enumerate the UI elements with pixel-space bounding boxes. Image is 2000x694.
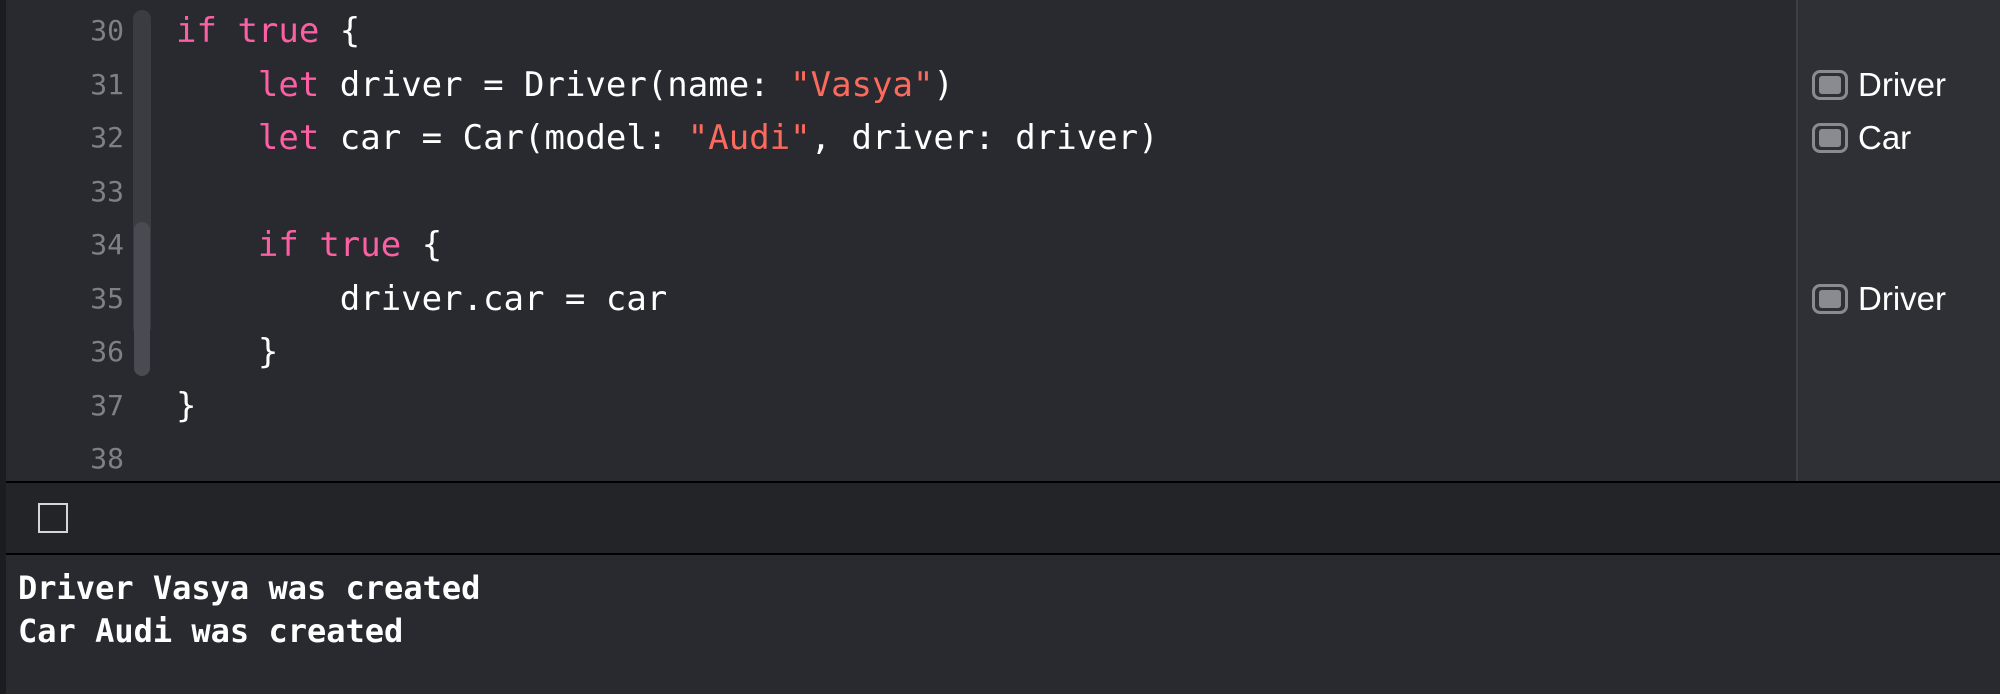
code-token: { [401,225,443,265]
string-token: "Vasya" [790,64,934,105]
result-item[interactable]: Car [1812,116,1911,160]
code-token: } [176,385,197,426]
code-token: { [319,11,361,51]
code-line[interactable]: } [176,379,196,433]
line-number: 34 [90,228,124,261]
code-line[interactable]: if true { [176,218,442,272]
result-preview-icon[interactable] [1812,69,1848,100]
code-token: driver = Driver(name: [319,64,791,105]
code-line[interactable]: } [176,325,278,379]
result-label: Driver [1858,65,1946,103]
code-token: , driver: driver) [810,118,1159,158]
console-line: Driver Vasya was created [18,569,481,607]
code-line[interactable]: let car = Car(model: "Audi", driver: dri… [176,111,1159,165]
keyword-token: true [237,11,320,51]
code-line[interactable]: if true { [176,4,360,58]
result-preview-icon[interactable] [1812,123,1848,153]
line-number: 30 [90,14,124,47]
checkbox-icon[interactable] [38,503,68,533]
debug-bar [6,481,2000,555]
line-number: 31 [90,67,124,101]
line-number: 37 [90,388,124,422]
code-token: car = Car(model: [319,118,688,158]
line-number-gutter: 30 31 32 33 34 35 36 37 38 [6,0,124,481]
line-number: 35 [90,281,124,315]
keyword-token: let [257,118,320,158]
result-preview-icon[interactable] [1812,283,1848,314]
result-label: Driver [1858,279,1946,317]
code-token: } [257,332,279,372]
line-number: 36 [90,335,124,368]
keyword-token: if [257,225,299,265]
console-output: Driver Vasya was created Car Audi was cr… [6,555,2000,694]
line-number: 38 [90,442,124,475]
playground-window: 30 31 32 33 34 35 36 37 38 if true { let driver … [0,0,2000,694]
keyword-token: if [176,11,217,51]
code-token: driver.car = car [339,278,668,319]
string-token: "Audi" [687,118,811,158]
code-line[interactable]: let driver = Driver(name: "Vasya") [176,58,954,112]
result-item[interactable]: Driver [1812,63,1946,107]
console-line: Car Audi was created [18,612,404,650]
line-number: 32 [90,121,124,154]
result-item[interactable]: Driver [1812,277,1946,321]
scope-gutter-inner [134,222,150,376]
results-sidebar: Driver Car Driver [1796,0,2000,481]
code-token: ) [933,64,954,105]
keyword-token: let [257,64,320,105]
code-line[interactable]: driver.car = car [176,272,668,326]
line-number: 33 [90,174,124,208]
keyword-token: true [319,225,402,265]
result-label: Car [1858,119,1912,156]
code-editor[interactable]: 30 31 32 33 34 35 36 37 38 if true { let driver … [6,0,1796,481]
